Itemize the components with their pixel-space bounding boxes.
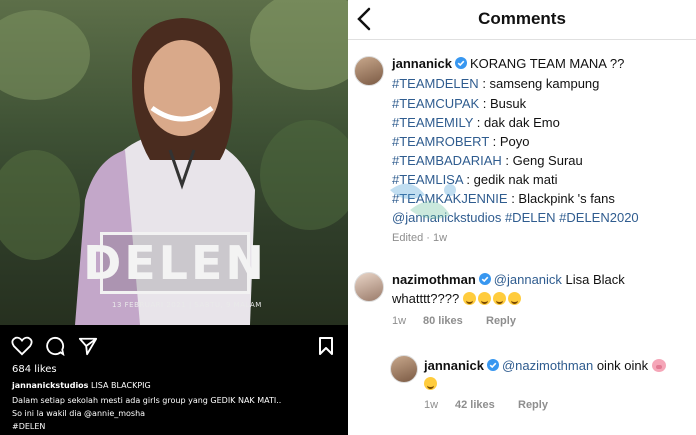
page-title: Comments: [478, 9, 566, 28]
comment-text: KORANG TEAM MANA ??: [469, 56, 625, 71]
caption-header: jannanickstudios LISA BLACKPIG: [12, 381, 151, 390]
avatar[interactable]: [390, 355, 418, 383]
pig-emoji-icon: [651, 359, 666, 372]
screenshot-composite: DELEN 13 FEBRUARI 2021 | SABTU, 9 MALAM …: [0, 0, 696, 435]
comment-text: : Blackpink 's fans: [507, 191, 615, 206]
caption-first-line: LISA BLACKPIG: [90, 381, 151, 390]
instagram-post-panel: DELEN 13 FEBRUARI 2021 | SABTU, 9 MALAM …: [0, 0, 348, 435]
share-icon[interactable]: [78, 336, 98, 356]
mention-link[interactable]: @jannanick: [494, 272, 562, 287]
comment-text: : Geng Surau: [501, 153, 583, 168]
comment-line: #TEAMDELEN : samseng kampung: [392, 76, 599, 91]
laughing-emoji-icon: [507, 292, 521, 305]
post-actions-bar: [0, 330, 348, 362]
foliage: [0, 150, 80, 260]
laughing-emoji-icon: [424, 377, 437, 390]
reply-button[interactable]: Reply: [486, 315, 516, 327]
laughing-emoji-icon: [492, 292, 506, 305]
comment-text: Lisa Black: [561, 272, 625, 287]
comment-header: jannanick @nazimothman oink oink: [424, 358, 666, 373]
hashtag-link[interactable]: #TEAMCUPAK: [392, 96, 479, 111]
comment-text: : Poyo: [489, 134, 530, 149]
comment-text: : samseng kampung: [478, 76, 600, 91]
post-photo[interactable]: DELEN 13 FEBRUARI 2021 | SABTU, 9 MALAM: [0, 0, 348, 325]
laughing-emoji-icon: [462, 292, 476, 305]
verified-badge-icon: [478, 273, 491, 285]
hashtag-link[interactable]: #DELEN2020: [559, 210, 639, 225]
poster-date: 13 FEBRUARI 2021 | SABTU, 9 MALAM: [112, 301, 262, 309]
comment-line: #TEAMROBERT : Poyo: [392, 134, 530, 149]
bookmark-icon[interactable]: [318, 336, 334, 356]
likes-count[interactable]: 684 likes: [12, 364, 57, 375]
comment-likes[interactable]: 80 likes: [423, 315, 463, 327]
comment-line: [424, 376, 439, 391]
mention-link[interactable]: @nazimothman: [502, 358, 593, 373]
hashtag-link[interactable]: #TEAMEMILY: [392, 115, 473, 130]
hashtag-link[interactable]: #TEAMDELEN: [392, 76, 479, 91]
verified-badge-icon: [486, 359, 499, 371]
watermark-logo: [390, 183, 456, 219]
comment-username[interactable]: jannanick: [424, 358, 484, 373]
comment-header: jannanick KORANG TEAM MANA ??: [392, 56, 624, 71]
avatar[interactable]: [354, 272, 384, 302]
comment-line: #TEAMBADARIAH : Geng Surau: [392, 153, 583, 168]
avatar[interactable]: [354, 56, 384, 86]
verified-badge-icon: [454, 57, 467, 69]
comment-text: : Busuk: [479, 96, 527, 111]
comment-icon[interactable]: [45, 336, 65, 356]
comment-time: 1w: [392, 315, 407, 327]
comment-line: #TEAMCUPAK : Busuk: [392, 96, 526, 111]
hashtag-link[interactable]: #DELEN: [505, 210, 556, 225]
hashtag-link[interactable]: #TEAMROBERT: [392, 134, 489, 149]
comment-header: nazimothman @jannanick Lisa Black: [392, 272, 625, 287]
comment-likes[interactable]: 42 likes: [455, 399, 495, 411]
comment-text: whatttt????: [392, 291, 460, 306]
comment-username[interactable]: jannanick: [392, 56, 452, 71]
caption-hashtag[interactable]: #DELEN: [12, 422, 45, 431]
comment-text: oink oink: [593, 358, 649, 373]
hashtag-link[interactable]: #TEAMBADARIAH: [392, 153, 502, 168]
comment-username[interactable]: nazimothman: [392, 272, 476, 287]
heart-icon[interactable]: [11, 336, 33, 356]
reply-button[interactable]: Reply: [518, 399, 548, 411]
comment-line: #TEAMEMILY : dak dak Emo: [392, 115, 560, 130]
comment-time: 1w: [424, 399, 439, 411]
comment-line: whatttt????: [392, 291, 523, 306]
caption-line: Dalam setiap sekolah mesti ada girls gro…: [12, 396, 282, 405]
caption-line: So ini la wakil dia @annie_mosha: [12, 409, 146, 418]
comment-text: : gedik nak mati: [462, 172, 558, 187]
comment-text: : dak dak Emo: [473, 115, 560, 130]
laughing-emoji-icon: [477, 292, 491, 305]
poster-title: DELEN: [83, 232, 264, 294]
comments-header: Comments: [348, 0, 696, 40]
caption-username[interactable]: jannanickstudios: [12, 381, 88, 390]
